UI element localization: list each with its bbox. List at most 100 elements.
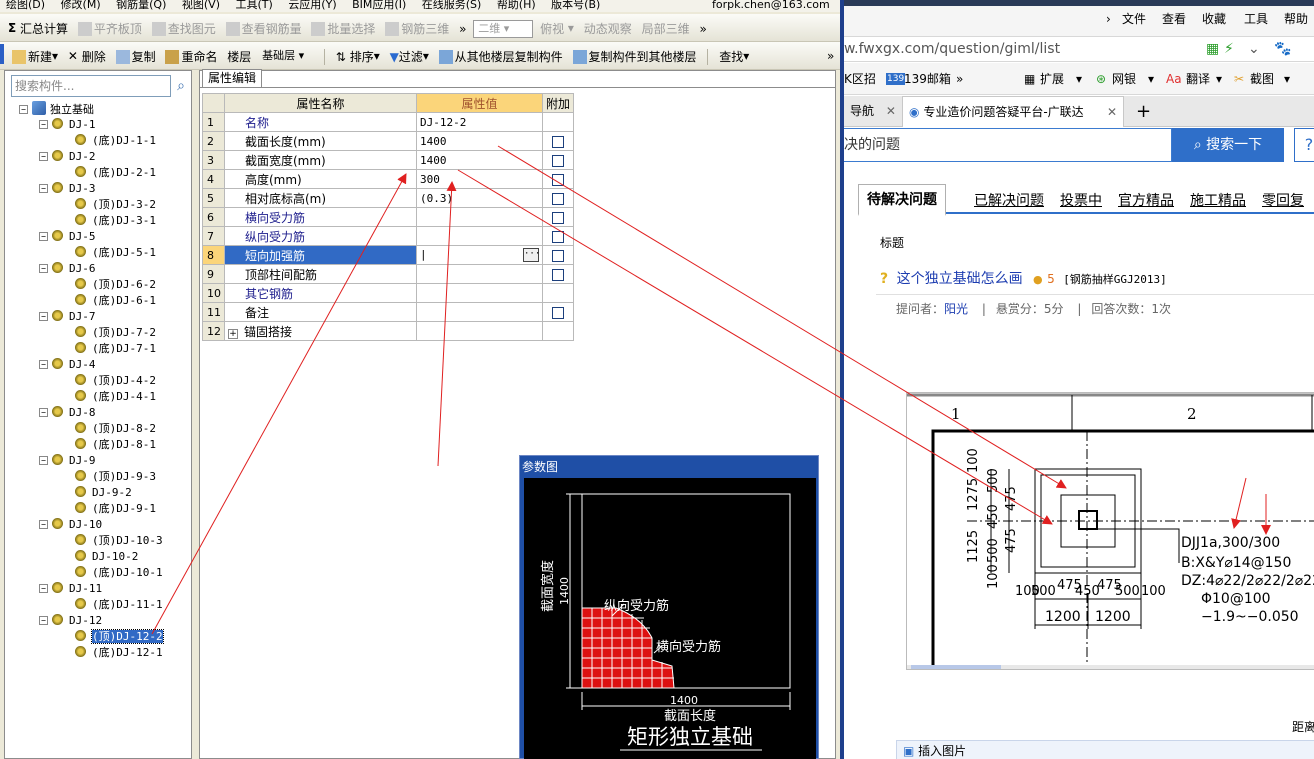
property-value[interactable]: DJ-12-2: [416, 112, 543, 132]
address-bar[interactable]: w.fwxgx.com/question/giml/list ▦ ⚡ ⌄ 🐾: [844, 36, 1314, 62]
url-text[interactable]: w.fwxgx.com/question/giml/list: [844, 37, 1060, 61]
collapse-icon[interactable]: −: [39, 264, 48, 273]
property-value[interactable]: [416, 283, 543, 303]
close-icon[interactable]: ✕: [1107, 97, 1117, 128]
tree-item[interactable]: (顶)DJ-8-2: [75, 421, 156, 437]
tree-item[interactable]: (顶)DJ-9-3: [75, 469, 156, 485]
local-3d-button[interactable]: 局部三维: [642, 14, 690, 41]
tab-solved[interactable]: 已解决问题: [974, 188, 1044, 214]
tree-item[interactable]: (底)DJ-6-1: [75, 293, 156, 309]
question-title-link[interactable]: 这个独立基础怎么画: [897, 271, 1023, 287]
paw-icon[interactable]: 🐾: [1274, 37, 1291, 61]
menu-online[interactable]: 在线服务(S): [422, 0, 482, 10]
property-value[interactable]: (0.3): [416, 188, 543, 208]
search-button[interactable]: ⌕ 搜索一下: [1172, 128, 1284, 162]
toolbar-overflow-2[interactable]: »: [699, 15, 706, 42]
property-row[interactable]: 11 备注: [202, 302, 575, 322]
new-button[interactable]: 新建▾: [12, 42, 58, 69]
tree-group[interactable]: − DJ-10: [39, 517, 102, 533]
tree-group[interactable]: − DJ-9: [39, 453, 96, 469]
menu-modify[interactable]: 修改(M): [61, 0, 101, 10]
floor-select[interactable]: 基础层 ▾: [258, 48, 316, 66]
tab-construction-best[interactable]: 施工精品: [1190, 188, 1246, 214]
tab-voting[interactable]: 投票中: [1060, 188, 1102, 214]
asker-link[interactable]: 阳光: [944, 302, 968, 316]
collapse-icon[interactable]: −: [39, 360, 48, 369]
extra-checkbox[interactable]: [552, 249, 564, 262]
fav-overflow[interactable]: »: [956, 63, 963, 95]
toolbar2-overflow[interactable]: »: [827, 42, 834, 69]
property-row[interactable]: 9 顶部柱间配筋: [202, 264, 575, 284]
find-button[interactable]: 查找▾: [719, 42, 749, 69]
view-mode-select[interactable]: 二维 ▾: [473, 19, 534, 38]
property-row[interactable]: 5 相对底标高(m) (0.3): [202, 188, 575, 208]
tree-group[interactable]: − DJ-12: [39, 613, 102, 629]
property-value[interactable]: [416, 226, 543, 246]
copy-button[interactable]: 复制: [115, 42, 156, 69]
property-row[interactable]: 10 其它钢筋: [202, 283, 575, 303]
chevron-down-icon[interactable]: ⌄: [1248, 37, 1260, 61]
chevron-down-icon[interactable]: ▾: [1148, 63, 1154, 95]
property-value[interactable]: [416, 321, 543, 341]
tree-item[interactable]: (底)DJ-9-1: [75, 501, 156, 517]
property-value[interactable]: [416, 264, 543, 284]
lightning-icon[interactable]: ⚡: [1224, 37, 1234, 61]
flat-top-button[interactable]: 平齐板顶: [77, 14, 142, 41]
tree-item[interactable]: (底)DJ-10-1: [75, 565, 163, 581]
insert-image-bar[interactable]: ▣ 插入图片: [896, 740, 1314, 759]
tree-group[interactable]: − DJ-3: [39, 181, 96, 197]
tab-glodon-qa[interactable]: ◉ 专业造价问题答疑平台-广联达 ✕: [902, 96, 1124, 127]
property-value[interactable]: [416, 207, 543, 227]
tree-group[interactable]: − DJ-4: [39, 357, 96, 373]
tree-group[interactable]: − DJ-8: [39, 405, 96, 421]
search-input[interactable]: 搜索构件...: [11, 75, 171, 97]
property-value[interactable]: 300: [416, 169, 543, 189]
toolbar-overflow[interactable]: »: [459, 15, 466, 42]
property-value[interactable]: | ···: [416, 245, 543, 265]
fav-screenshot[interactable]: 截图: [1250, 63, 1274, 95]
copy-from-floor-button[interactable]: 从其他楼层复制构件: [438, 42, 563, 69]
tree-item[interactable]: DJ-10-2: [75, 549, 138, 565]
extra-checkbox[interactable]: [552, 192, 564, 205]
menu-cloud[interactable]: 云应用(Y): [288, 0, 336, 10]
extra-checkbox[interactable]: [552, 154, 564, 167]
tab-official-best[interactable]: 官方精品: [1118, 188, 1174, 214]
extra-checkbox[interactable]: [552, 268, 564, 281]
sort-button[interactable]: ⇅ 排序▾: [336, 42, 380, 69]
browser-menu-help[interactable]: 帮助: [1284, 8, 1308, 30]
property-value[interactable]: [416, 302, 543, 322]
property-row[interactable]: 1 名称 DJ-12-2: [202, 112, 575, 132]
collapse-icon[interactable]: −: [39, 120, 48, 129]
property-row[interactable]: 12 + 锚固搭接: [202, 321, 575, 341]
tree-group[interactable]: − DJ-5: [39, 229, 96, 245]
tree-root[interactable]: − 独立基础: [19, 101, 94, 117]
collapse-icon[interactable]: −: [39, 408, 48, 417]
extra-checkbox[interactable]: [552, 230, 564, 243]
tree-item[interactable]: (顶)DJ-3-2: [75, 197, 156, 213]
collapse-icon[interactable]: −: [39, 184, 48, 193]
property-value[interactable]: 1400: [416, 150, 543, 170]
menu-draw[interactable]: 绘图(D): [6, 0, 45, 10]
extra-checkbox[interactable]: [552, 306, 564, 319]
property-row[interactable]: 3 截面宽度(mm) 1400: [202, 150, 575, 170]
property-row[interactable]: 6 横向受力筋: [202, 207, 575, 227]
menu-version[interactable]: 版本号(B): [551, 0, 600, 10]
account-label[interactable]: forpk.chen@163.com: [712, 0, 830, 10]
tree-item[interactable]: (底)DJ-1-1: [75, 133, 156, 149]
tree-item[interactable]: (顶)DJ-7-2: [75, 325, 156, 341]
tree-item[interactable]: (底)DJ-3-1: [75, 213, 156, 229]
browser-menu-file[interactable]: 文件: [1122, 8, 1146, 30]
property-row[interactable]: 7 纵向受力筋: [202, 226, 575, 246]
copy-to-floor-button[interactable]: 复制构件到其他楼层: [572, 42, 697, 69]
close-icon[interactable]: ✕: [886, 104, 896, 118]
menu-rebar-qty[interactable]: 钢筋量(Q): [116, 0, 166, 10]
menu-view[interactable]: 视图(V): [182, 0, 220, 10]
tree-group[interactable]: − DJ-2: [39, 149, 96, 165]
tab-zero-reply[interactable]: 零回复: [1262, 188, 1304, 214]
fav-139-mail[interactable]: 139邮箱: [904, 63, 951, 95]
tree-item[interactable]: (底)DJ-12-1: [75, 645, 163, 661]
tree-item[interactable]: (顶)DJ-12-2: [75, 629, 164, 645]
extra-checkbox[interactable]: [552, 211, 564, 224]
tree-item[interactable]: (顶)DJ-4-2: [75, 373, 156, 389]
tree-item[interactable]: (底)DJ-5-1: [75, 245, 156, 261]
